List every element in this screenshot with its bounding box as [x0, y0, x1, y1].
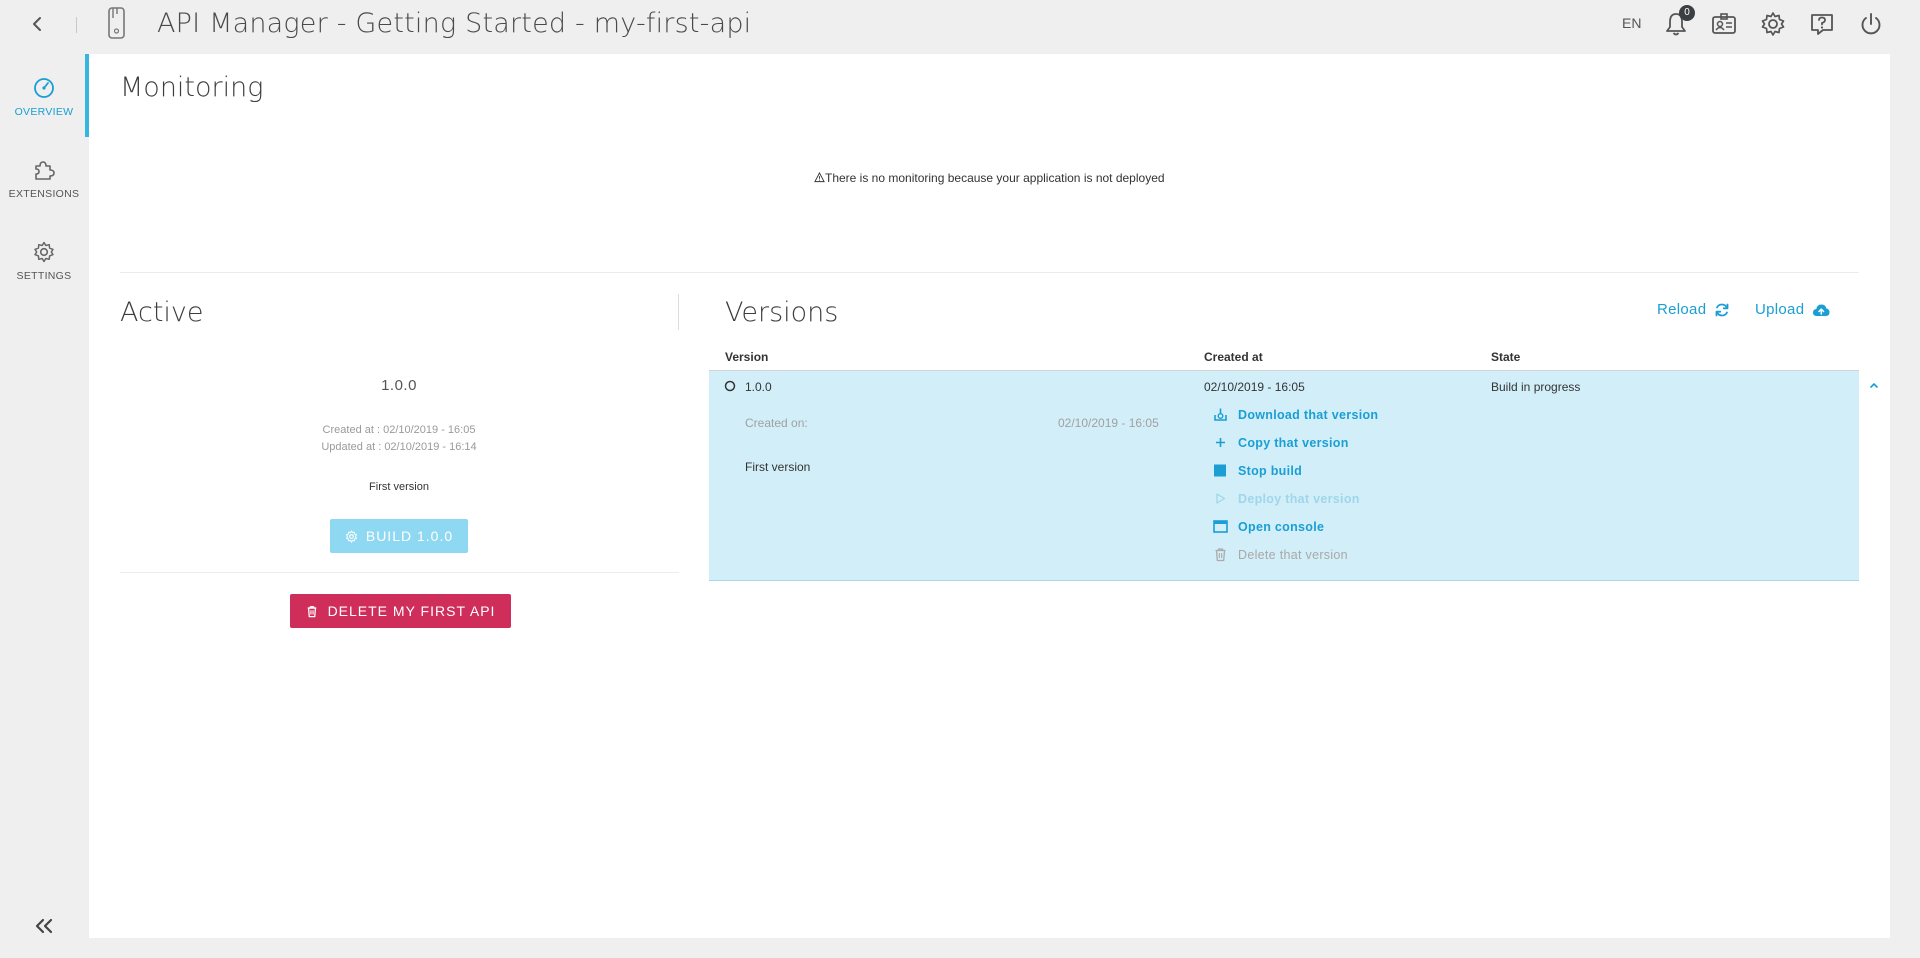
versions-title: Versions	[725, 297, 839, 328]
version-description: First version	[745, 460, 811, 474]
main-content: Monitoring There is no monitoring becaus…	[89, 54, 1890, 938]
created-on-label: Created on:	[745, 416, 808, 430]
delete-api-label: DELETE MY FIRST API	[327, 603, 496, 619]
build-button[interactable]: BUILD 1.0.0	[330, 519, 468, 553]
stop-build-action[interactable]: Stop build	[1213, 463, 1302, 478]
active-updated-at: Updated at : 02/10/2019 - 16:14	[321, 441, 477, 453]
warning-icon	[814, 171, 825, 183]
no-monitoring-message: There is no monitoring because your appl…	[814, 171, 1165, 185]
action-label: Deploy that version	[1238, 491, 1360, 506]
action-label: Open console	[1238, 519, 1325, 534]
active-created-at: Created at : 02/10/2019 - 16:05	[322, 424, 476, 436]
build-status-circle-icon	[724, 380, 736, 392]
delete-api-button[interactable]: DELETE MY FIRST API	[290, 594, 511, 628]
console-window-icon	[1213, 520, 1228, 533]
upload-label: Upload	[1755, 301, 1805, 318]
column-header-version[interactable]: Version	[725, 350, 768, 364]
action-label: Delete that version	[1238, 547, 1348, 562]
column-divider	[678, 294, 679, 330]
active-description: First version	[369, 481, 429, 493]
sidebar-item-label: SETTINGS	[16, 270, 72, 282]
column-header-state[interactable]: State	[1491, 350, 1520, 364]
table-row[interactable]: 1.0.0 02/10/2019 - 16:05 Build in progre…	[709, 371, 1878, 581]
section-divider	[120, 572, 679, 573]
language-selector[interactable]: EN	[1622, 15, 1641, 31]
notification-count-badge: 0	[1679, 5, 1695, 21]
download-icon	[1214, 408, 1227, 421]
build-button-label: BUILD 1.0.0	[365, 528, 454, 544]
sidebar-item-settings[interactable]: SETTINGS	[0, 240, 88, 314]
column-header-created-at[interactable]: Created at	[1204, 350, 1263, 364]
active-title: Active	[120, 297, 204, 328]
plus-icon	[1216, 438, 1225, 447]
created-on-value: 02/10/2019 - 16:05	[1058, 416, 1159, 430]
gear-icon	[345, 529, 357, 543]
trash-icon	[1215, 548, 1226, 562]
copy-version-action[interactable]: Copy that version	[1213, 435, 1349, 450]
download-version-action[interactable]: Download that version	[1213, 407, 1378, 422]
monitoring-title: Monitoring	[120, 72, 264, 103]
reload-button[interactable]: Reload	[1657, 301, 1730, 318]
stop-icon	[1214, 464, 1226, 477]
sidebar-item-label: OVERVIEW	[14, 106, 74, 118]
app-logo-icon	[104, 4, 132, 42]
chevron-up-icon[interactable]	[1867, 380, 1881, 390]
gear-icon	[34, 241, 54, 263]
cloud-upload-icon	[1813, 304, 1830, 316]
reload-label: Reload	[1657, 301, 1707, 318]
no-monitoring-text: There is no monitoring because your appl…	[825, 171, 1165, 185]
active-version: 1.0.0	[381, 377, 417, 394]
deploy-version-action[interactable]: Deploy that version	[1213, 491, 1360, 506]
trash-icon	[307, 605, 316, 617]
row-created-at: 02/10/2019 - 16:05	[1204, 380, 1305, 394]
collapse-sidebar-icon[interactable]	[32, 916, 56, 936]
power-icon[interactable]	[1857, 10, 1885, 38]
top-bar: API Manager - Getting Started - my-first…	[0, 0, 1920, 54]
app-title: API Manager - Getting Started - my-first…	[157, 8, 752, 39]
refresh-icon	[1715, 303, 1729, 316]
row-version: 1.0.0	[745, 380, 772, 394]
gear-icon[interactable]	[1759, 10, 1787, 38]
header-divider	[76, 17, 77, 33]
puzzle-icon	[35, 161, 55, 180]
row-state: Build in progress	[1491, 380, 1581, 394]
play-icon	[1216, 493, 1226, 504]
action-label: Copy that version	[1238, 435, 1349, 450]
sidebar-item-overview[interactable]: OVERVIEW	[0, 76, 88, 150]
open-console-action[interactable]: Open console	[1213, 519, 1324, 534]
upload-button[interactable]: Upload	[1755, 301, 1830, 318]
help-icon[interactable]	[1808, 10, 1836, 38]
gauge-icon	[34, 78, 54, 98]
delete-version-action[interactable]: Delete that version	[1213, 547, 1348, 562]
back-arrow-icon[interactable]	[26, 12, 50, 36]
action-label: Stop build	[1238, 463, 1303, 478]
sidebar-item-extensions[interactable]: EXTENSIONS	[0, 158, 88, 232]
action-label: Download that version	[1238, 407, 1379, 422]
section-divider	[120, 272, 1859, 273]
sidebar-item-label: EXTENSIONS	[8, 188, 80, 200]
id-card-icon[interactable]	[1710, 10, 1738, 38]
sidebar: OVERVIEW EXTENSIONS SETTINGS	[0, 54, 89, 958]
